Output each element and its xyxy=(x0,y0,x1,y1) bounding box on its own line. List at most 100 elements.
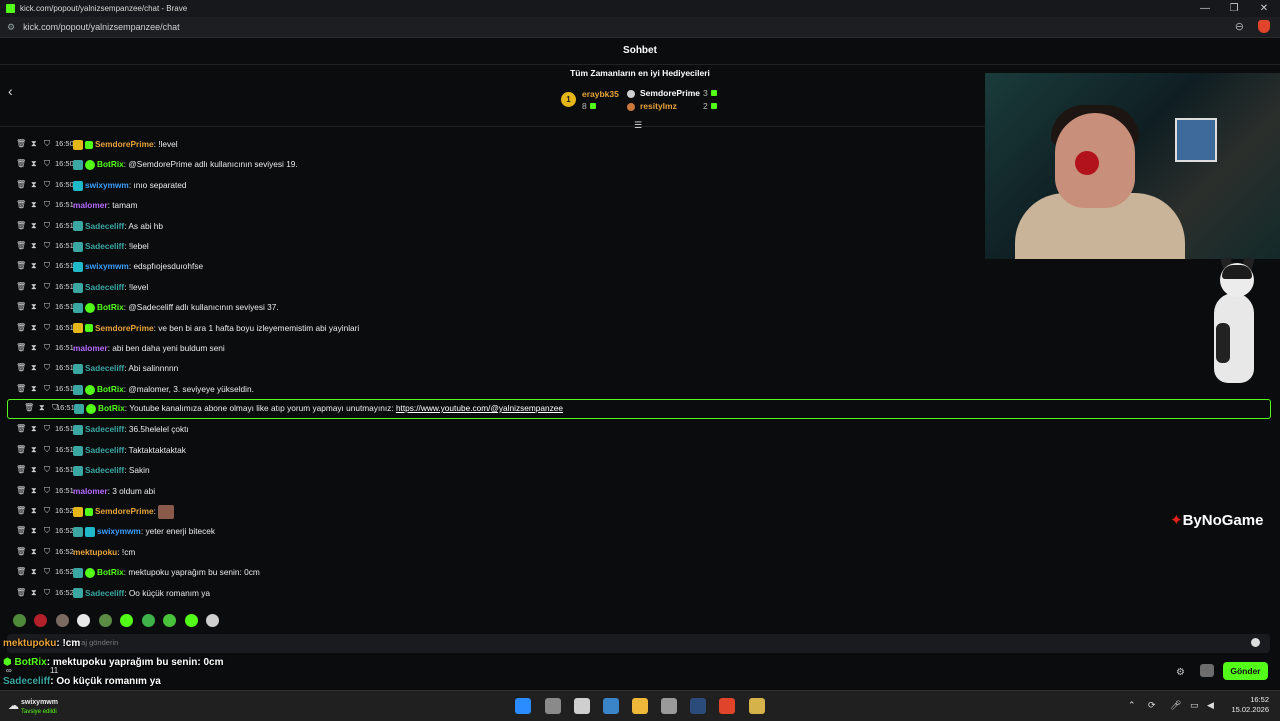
ban-shield-icon[interactable]: ⛉ xyxy=(44,338,50,358)
ban-shield-icon[interactable]: ⛉ xyxy=(44,562,50,582)
message-username[interactable]: malomer xyxy=(73,200,108,210)
send-button[interactable]: Gönder xyxy=(1223,662,1268,680)
delete-message-icon[interactable]: 🗑︎ xyxy=(16,297,26,317)
chat-message[interactable]: 🗑︎ ⧗ ⛉ 16:52 swixymwm: yeter enerji bitecek xyxy=(0,521,1280,541)
tray-sync-icon[interactable]: ⟳ xyxy=(1148,700,1156,711)
gift-sub-icon[interactable] xyxy=(1200,664,1214,677)
file-explorer-icon[interactable] xyxy=(632,698,648,714)
delete-message-icon[interactable]: 🗑︎ xyxy=(16,379,26,399)
chat-message[interactable]: 🗑︎ ⧗ ⛉ 16:51 Sadeceliff: !level xyxy=(0,277,1280,297)
timeout-hourglass-icon[interactable]: ⧗ xyxy=(31,297,37,317)
start-menu-icon[interactable] xyxy=(515,698,531,714)
emote-icon[interactable] xyxy=(55,614,69,628)
message-username[interactable]: BotRix xyxy=(97,384,124,394)
chat-message[interactable]: 🗑︎ ⧗ ⛉ 16:51 BotRix: @Sadeceliff adlı kullan… xyxy=(0,297,1280,317)
emote-icon[interactable] xyxy=(13,614,26,628)
ban-shield-icon[interactable]: ⛉ xyxy=(44,216,50,236)
timeout-hourglass-icon[interactable]: ⧗ xyxy=(31,236,37,256)
delete-message-icon[interactable]: 🗑︎ xyxy=(16,277,26,297)
chat-message[interactable]: 🗑︎ ⧗ ⛉ 16:52 Sadeceliff: Oo küçük romanım ya xyxy=(0,583,1280,603)
ban-shield-icon[interactable]: ⛉ xyxy=(44,379,50,399)
chat-message[interactable]: 🗑︎ ⧗ ⛉ 16:52 BotRix: mektupoku yaprağım bu s… xyxy=(0,562,1280,582)
emote-icon[interactable] xyxy=(77,614,91,628)
timeout-hourglass-icon[interactable]: ⧗ xyxy=(31,256,37,276)
message-username[interactable]: BotRix xyxy=(97,567,124,577)
ban-shield-icon[interactable]: ⛉ xyxy=(44,297,50,317)
brave-shield-icon[interactable] xyxy=(1258,20,1270,33)
gifter-name[interactable]: SemdorePrime xyxy=(640,88,700,98)
emote-icon[interactable] xyxy=(206,614,220,628)
brave-browser-icon[interactable] xyxy=(719,698,735,714)
delete-message-icon[interactable]: 🗑︎ xyxy=(16,583,26,603)
emote-icon[interactable] xyxy=(163,614,177,628)
emote-icon[interactable] xyxy=(34,614,48,628)
chat-message[interactable]: 🗑︎ ⧗ ⛉ 16:51 BotRix: @malomer, 3. seviyeye y… xyxy=(0,379,1280,399)
message-username[interactable]: Sadeceliff xyxy=(85,588,124,598)
tray-chevron-icon[interactable]: ⌃ xyxy=(1128,700,1136,711)
emote-icon[interactable] xyxy=(141,614,155,628)
ban-shield-icon[interactable]: ⛉ xyxy=(44,481,50,501)
delete-message-icon[interactable]: 🗑︎ xyxy=(16,318,26,338)
message-username[interactable]: swixymwm xyxy=(85,180,129,190)
delete-message-icon[interactable]: 🗑︎ xyxy=(16,154,26,174)
message-username[interactable]: swixymwm xyxy=(85,261,129,271)
chat-message[interactable]: 🗑︎ ⧗ ⛉ 16:51 Sadeceliff: Sakin xyxy=(0,460,1280,480)
timeout-hourglass-icon[interactable]: ⧗ xyxy=(31,277,37,297)
ban-shield-icon[interactable]: ⛉ xyxy=(44,440,50,460)
timeout-hourglass-icon[interactable]: ⧗ xyxy=(31,419,37,439)
message-username[interactable]: Sadeceliff xyxy=(85,445,124,455)
message-username[interactable]: Sadeceliff xyxy=(85,282,124,292)
message-username[interactable]: Sadeceliff xyxy=(85,221,124,231)
chat-message[interactable]: 🗑︎ ⧗ ⛉ 16:52 SemdorePrime: xyxy=(0,501,1280,521)
taskbar-widget-title[interactable]: swixymwm xyxy=(21,699,58,706)
address-bar[interactable]: ⚙ kick.com/popout/yalnizsempanzee/chat ⊖ xyxy=(0,17,1280,38)
delete-message-icon[interactable]: 🗑︎ xyxy=(16,440,26,460)
message-username[interactable]: SemdorePrime xyxy=(95,506,154,516)
emoji-picker-icon[interactable] xyxy=(1251,638,1260,647)
chat-message[interactable]: 🗑︎ ⧗ ⛉ 16:51 swixymwm: edspfıojesduıohfse xyxy=(0,256,1280,276)
chat-message[interactable]: 🗑︎ ⧗ ⛉ 16:51 Sadeceliff: 36.5helelel çoktı xyxy=(0,419,1280,439)
gifter-second[interactable]: SemdorePrime 3 xyxy=(627,88,727,101)
taskbar-clock[interactable]: 16:52 15.02.2026 xyxy=(1227,695,1269,715)
message-username[interactable]: mektupoku xyxy=(73,547,117,557)
media-app-icon[interactable] xyxy=(749,698,765,714)
delete-message-icon[interactable]: 🗑︎ xyxy=(16,562,26,582)
delete-message-icon[interactable]: 🗑︎ xyxy=(16,175,26,195)
message-username[interactable]: SemdorePrime xyxy=(95,139,154,149)
delete-message-icon[interactable]: 🗑︎ xyxy=(16,521,26,541)
timeout-hourglass-icon[interactable]: ⧗ xyxy=(31,562,37,582)
message-username[interactable]: Sadeceliff xyxy=(85,363,124,373)
minimize-button[interactable]: — xyxy=(1190,0,1220,17)
ban-shield-icon[interactable]: ⛉ xyxy=(44,583,50,603)
back-chevron-icon[interactable]: ‹ xyxy=(8,83,13,99)
ban-shield-icon[interactable]: ⛉ xyxy=(44,318,50,338)
timeout-hourglass-icon[interactable]: ⧗ xyxy=(31,501,37,521)
timeout-hourglass-icon[interactable]: ⧗ xyxy=(31,358,37,378)
chat-settings-gear-icon[interactable]: ⚙ xyxy=(1176,667,1185,678)
site-settings-icon[interactable]: ⚙ xyxy=(7,22,15,33)
gifter-name[interactable]: eraybk35 xyxy=(582,89,619,99)
expand-gifters-icon[interactable]: ☰ xyxy=(634,120,642,131)
delete-message-icon[interactable]: 🗑︎ xyxy=(16,460,26,480)
timeout-hourglass-icon[interactable]: ⧗ xyxy=(39,399,45,417)
task-view-icon[interactable] xyxy=(545,698,561,714)
delete-message-icon[interactable]: 🗑︎ xyxy=(16,542,26,562)
chat-input[interactable]: Mesaj gönderin xyxy=(7,634,1270,653)
timeout-hourglass-icon[interactable]: ⧗ xyxy=(31,195,37,215)
ban-shield-icon[interactable]: ⛉ xyxy=(44,256,50,276)
message-username[interactable]: Sadeceliff xyxy=(85,424,124,434)
pinned-highlight-message[interactable]: 🗑︎ ⧗ ⛉ 16:51 BotRix: Youtube kanalımıza abon… xyxy=(7,399,1271,420)
timeout-hourglass-icon[interactable]: ⧗ xyxy=(31,338,37,358)
ban-shield-icon[interactable]: ⛉ xyxy=(44,195,50,215)
ban-shield-icon[interactable]: ⛉ xyxy=(44,236,50,256)
timeout-hourglass-icon[interactable]: ⧗ xyxy=(31,175,37,195)
emote-icon[interactable] xyxy=(120,614,134,628)
delete-message-icon[interactable]: 🗑︎ xyxy=(16,358,26,378)
app-icon[interactable] xyxy=(661,698,677,714)
message-username[interactable]: BotRix xyxy=(97,159,124,169)
delete-message-icon[interactable]: 🗑︎ xyxy=(16,236,26,256)
url-text[interactable]: kick.com/popout/yalnizsempanzee/chat xyxy=(23,22,180,32)
message-username[interactable]: BotRix xyxy=(98,403,125,413)
emote-icon[interactable] xyxy=(98,614,112,628)
timeout-hourglass-icon[interactable]: ⧗ xyxy=(31,521,37,541)
